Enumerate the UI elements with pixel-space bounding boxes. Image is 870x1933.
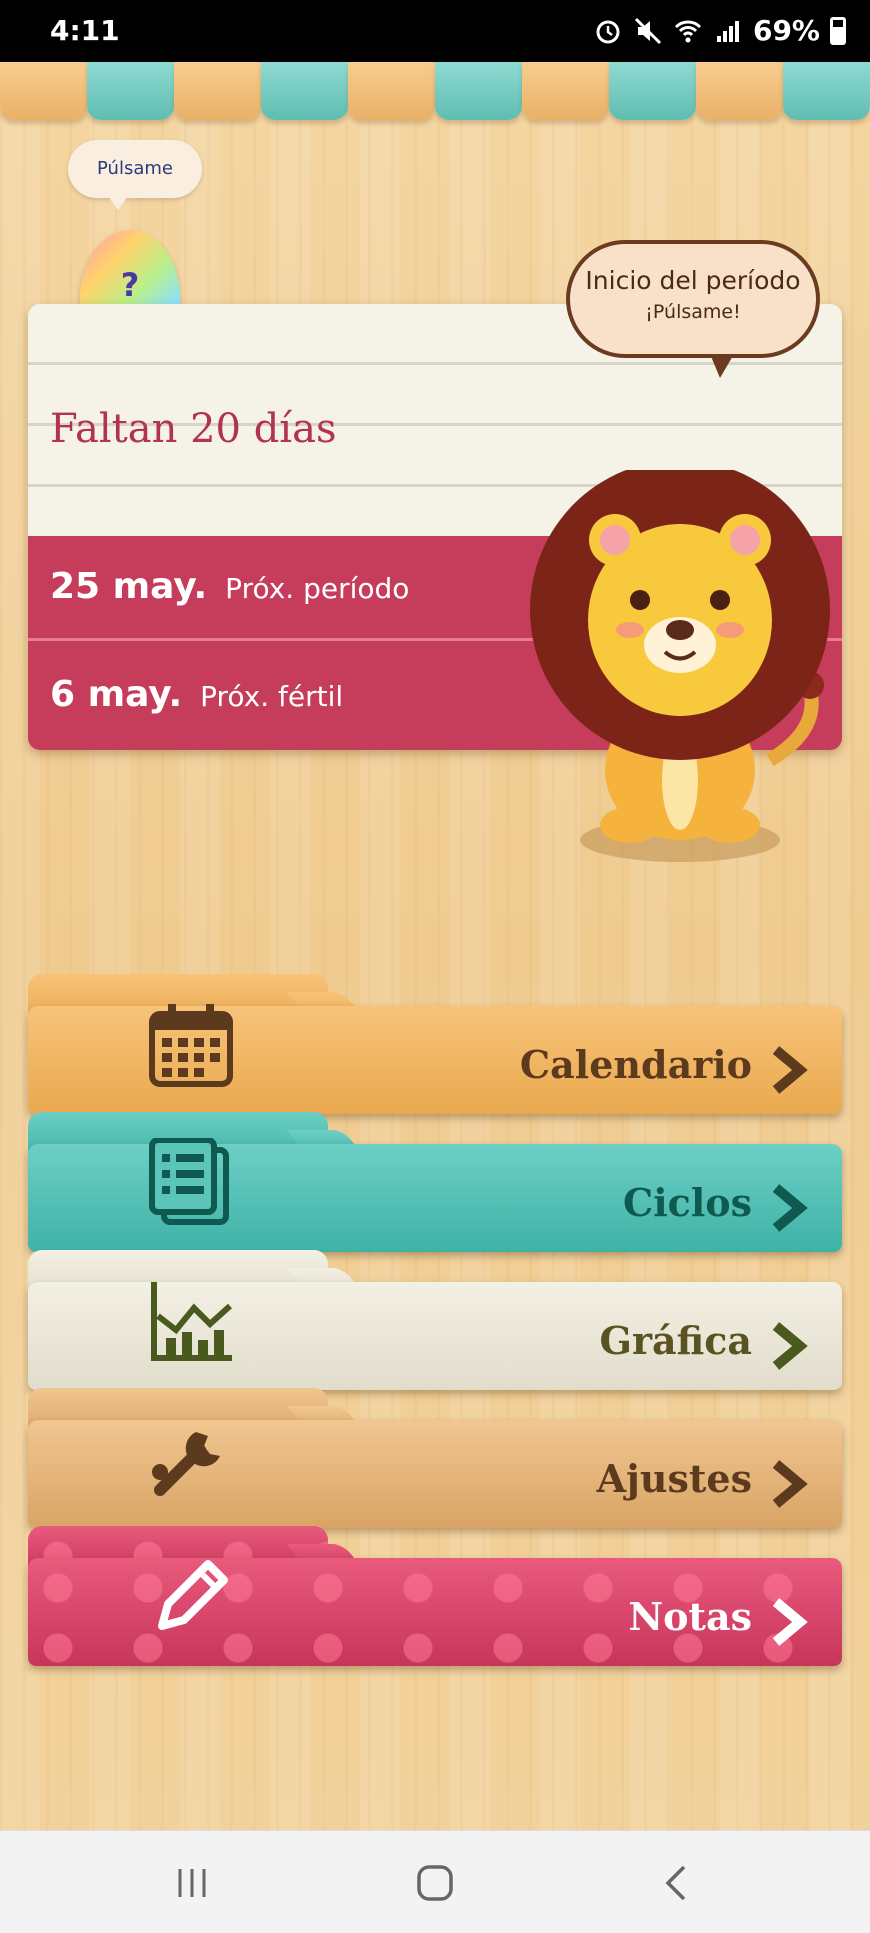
pencil-icon (158, 1560, 228, 1630)
menu-label-calendario: Calendario (519, 1042, 752, 1087)
period-start-bubble[interactable]: Inicio del período ¡Púlsame! (566, 240, 820, 378)
menu-label-grafica: Gráfica (599, 1318, 752, 1363)
menu-tab-grafica[interactable]: Gráfica (28, 1250, 842, 1390)
next-fertile-label: Próx. fértil (200, 680, 344, 713)
home-icon[interactable] (413, 1861, 457, 1905)
menu-tab-calendario[interactable]: Calendario (28, 974, 842, 1114)
status-icons: 69% (593, 14, 846, 47)
menu-label-ciclos: Ciclos (623, 1180, 752, 1225)
speech-title: Inicio del período (585, 266, 801, 295)
battery-percent: 69% (752, 14, 820, 47)
calendar-icon (149, 1004, 233, 1087)
chevron-right-icon (772, 1046, 808, 1094)
system-nav-bar (0, 1830, 870, 1933)
chevron-right-icon (772, 1184, 808, 1232)
hint-bubble: Púlsame (68, 140, 202, 210)
status-bar: 4:11 69% (0, 0, 870, 62)
lion-mascot[interactable] (520, 470, 840, 865)
alarm-icon (596, 20, 620, 43)
back-icon[interactable] (656, 1861, 700, 1905)
chart-icon (151, 1282, 233, 1361)
next-fertile-date: 6 may. (50, 674, 183, 715)
next-period-date: 25 may. (50, 566, 208, 607)
awning-decoration (0, 62, 870, 120)
next-period-label: Próx. período (225, 572, 410, 605)
menu-label-ajustes: Ajustes (596, 1456, 752, 1501)
battery-icon (830, 16, 846, 45)
status-time: 4:11 (50, 14, 120, 47)
speech-subtitle: ¡Púlsame! (645, 301, 741, 323)
menu-label-notas: Notas (628, 1594, 752, 1639)
menu-tab-notas[interactable]: Notas (28, 1526, 842, 1666)
chevron-right-icon (772, 1598, 808, 1646)
wifi-icon (674, 20, 702, 42)
app-main: Púlsame ? Faltan 20 días 25 may. Próx. pe… (0, 62, 870, 1830)
menu-tab-ajustes[interactable]: Ajustes (28, 1388, 842, 1528)
countdown-text: Faltan 20 días (50, 406, 337, 452)
chevron-right-icon (772, 1322, 808, 1370)
menu-tab-ciclos[interactable]: Ciclos (28, 1112, 842, 1252)
list-icon (149, 1138, 229, 1225)
next-fertile-row: 6 may. Próx. fértil (50, 674, 343, 715)
signal-icon (716, 20, 739, 42)
recent-apps-icon[interactable] (170, 1861, 214, 1905)
next-period-row: 25 may. Próx. período (50, 566, 409, 607)
mute-icon (634, 17, 662, 44)
wrench-icon (152, 1432, 220, 1496)
chevron-right-icon (772, 1460, 808, 1508)
